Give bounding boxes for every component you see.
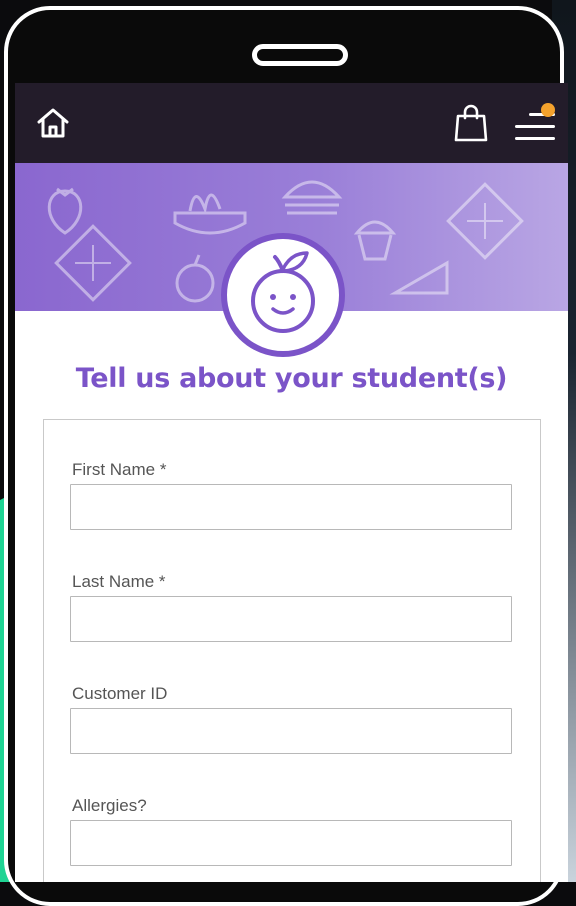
- home-icon[interactable]: [35, 105, 71, 141]
- waffle-doodle-icon-right: [446, 182, 524, 260]
- cake-slice-doodle-icon: [389, 260, 449, 295]
- app-header: [15, 83, 568, 163]
- first-name-input[interactable]: [70, 484, 512, 530]
- student-form: First Name * Last Name * Customer ID All…: [43, 419, 541, 882]
- brand-logo: [221, 233, 345, 357]
- smiling-apple-icon: [251, 251, 315, 333]
- customer-id-input[interactable]: [70, 708, 512, 754]
- customer-id-label: Customer ID: [72, 684, 168, 703]
- last-name-label: Last Name *: [72, 572, 166, 591]
- burger-doodle-icon: [281, 180, 343, 215]
- notification-dot: [541, 103, 555, 117]
- first-name-label: First Name *: [72, 460, 167, 479]
- phone-speaker-notch: [252, 44, 348, 66]
- page-title: Tell us about your student(s): [75, 363, 508, 394]
- allergies-input[interactable]: [70, 820, 512, 866]
- last-name-input[interactable]: [70, 596, 512, 642]
- shopping-bag-icon[interactable]: [453, 103, 489, 143]
- noodles-doodle-icon: [173, 193, 247, 235]
- waffle-doodle-icon: [54, 224, 132, 302]
- allergies-label: Allergies?: [72, 796, 147, 815]
- hamburger-menu-icon[interactable]: [515, 103, 557, 141]
- phone-screen: Tell us about your student(s) First Name…: [15, 83, 568, 882]
- apple-doodle-icon: [175, 254, 215, 303]
